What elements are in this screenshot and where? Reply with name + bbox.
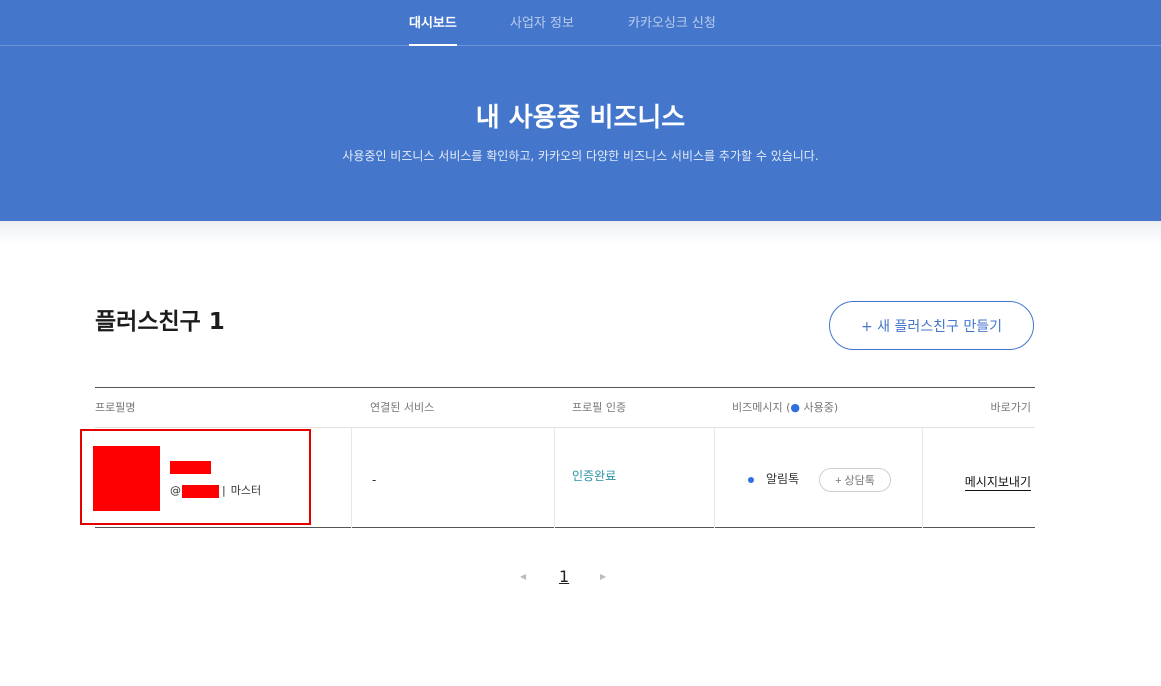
column-divider [714, 428, 715, 528]
header-verify: 프로필 인증 [572, 401, 627, 414]
connected-service-value: - [372, 473, 377, 487]
header-bizmessage-suffix: 사용중) [800, 401, 839, 414]
page-number-current[interactable]: 1 [559, 567, 569, 587]
add-counseltalk-button[interactable]: + 상담톡 [819, 468, 891, 492]
hero-shadow [0, 221, 1161, 243]
handle-id-redacted [182, 484, 219, 498]
role-separator: | [222, 484, 226, 497]
verify-status: 인증완료 [572, 469, 617, 483]
tab-kakaosync-apply[interactable]: 카카오싱크 신청 [628, 15, 716, 33]
status-dot-icon [748, 477, 754, 483]
alimtalk-label: 알림톡 [766, 472, 800, 486]
next-page-icon[interactable]: ▶ [600, 572, 606, 581]
profile-handle: @ | 마스터 [170, 483, 261, 499]
page-subtitle: 사용중인 비즈니스 서비스를 확인하고, 카카오의 다양한 비즈니스 서비스를 … [342, 149, 819, 163]
profile-name-redacted[interactable] [170, 461, 211, 474]
send-message-link[interactable]: 메시지보내기 [964, 474, 1031, 491]
header-shortcut: 바로가기 [990, 401, 1031, 414]
column-divider [554, 428, 555, 528]
tab-dashboard[interactable]: 대시보드 [409, 15, 457, 46]
hero-banner: 대시보드 사업자 정보 카카오싱크 신청 내 사용중 비즈니스 사용중인 비즈니… [0, 0, 1161, 221]
top-nav: 대시보드 사업자 정보 카카오싱크 신청 [0, 0, 1161, 46]
column-divider [922, 428, 923, 528]
header-service: 연결된 서비스 [370, 401, 435, 414]
handle-at: @ [170, 484, 181, 497]
column-divider [351, 428, 352, 528]
section-title: 플러스친구 1 [95, 309, 225, 335]
pagination: ◀ 1 ▶ [0, 566, 1161, 590]
header-bizmessage: 비즈메시지 (● 사용중) [732, 400, 838, 416]
in-use-dot-icon: ● [790, 401, 800, 414]
header-bizmessage-prefix: 비즈메시지 ( [732, 401, 791, 414]
profile-role: 마스터 [230, 484, 262, 497]
header-profile: 프로필명 [95, 401, 136, 414]
tab-business-info[interactable]: 사업자 정보 [510, 15, 574, 33]
plusfriend-table: 프로필명 연결된 서비스 프로필 인증 비즈메시지 (● 사용중) 바로가기 @… [80, 387, 1035, 528]
page-title: 내 사용중 비즈니스 [475, 103, 686, 133]
create-plusfriend-button[interactable]: + 새 플러스친구 만들기 [829, 301, 1034, 350]
table-row: @ | 마스터 - 인증완료 알림톡 + 상담톡 메시지보내기 [80, 427, 1035, 528]
profile-avatar-redacted[interactable] [93, 446, 160, 511]
prev-page-icon[interactable]: ◀ [520, 572, 526, 581]
